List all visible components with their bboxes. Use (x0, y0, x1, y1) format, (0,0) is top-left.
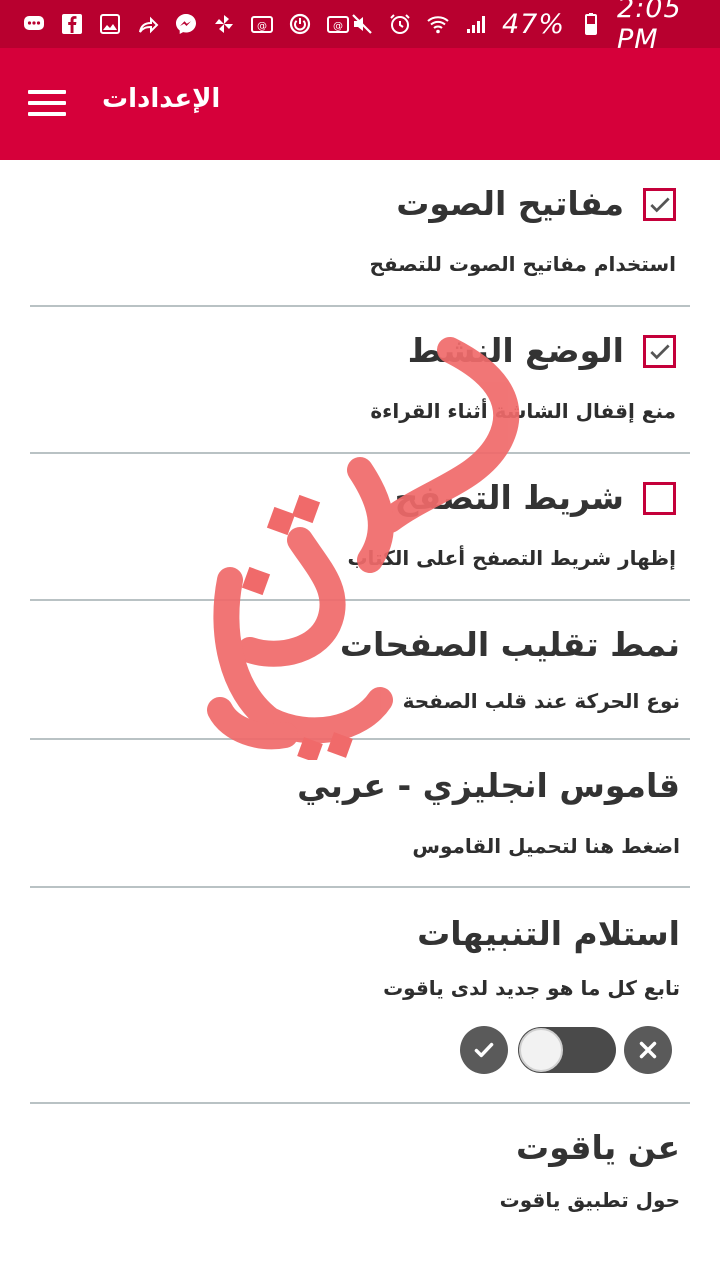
battery-percentage: 47% (502, 8, 566, 40)
setting-subtitle: حول تطبيق ياقوت (499, 1188, 680, 1212)
setting-navigation-bar[interactable]: شريط التصفح إظهار شريط التصفح أعلى الكتا… (0, 454, 720, 600)
page-title: الإعدادات (102, 84, 221, 114)
setting-title: قاموس انجليزي - عربي (297, 766, 680, 805)
setting-about[interactable]: عن ياقوت حول تطبيق ياقوت (0, 1104, 720, 1240)
enable-notifications-button[interactable] (460, 1026, 508, 1074)
setting-subtitle: نوع الحركة عند قلب الصفحة (402, 689, 680, 713)
hamburger-menu-icon[interactable] (28, 88, 68, 118)
setting-active-mode[interactable]: الوضع النشط منع إقفال الشاشة أثناء القرا… (0, 307, 720, 453)
email-icon: @ (326, 12, 350, 36)
setting-title: نمط تقليب الصفحات (339, 625, 680, 664)
pinwheel-icon (212, 12, 236, 36)
messenger-icon (174, 12, 198, 36)
setting-page-flip-style[interactable]: نمط تقليب الصفحات نوع الحركة عند قلب الص… (0, 601, 720, 739)
close-icon (639, 1041, 657, 1059)
disable-notifications-button[interactable] (624, 1026, 672, 1074)
signal-icon (464, 12, 488, 36)
app-bar: الإعدادات (0, 48, 720, 160)
email-icon: @ (250, 12, 274, 36)
share-arrow-icon (136, 12, 160, 36)
svg-text:@: @ (333, 21, 343, 32)
setting-title: الوضع النشط (407, 331, 624, 370)
status-bar-notifications: @ @ (22, 12, 350, 36)
setting-notifications: استلام التنبيهات تابع كل ما هو جديد لدى … (0, 888, 720, 1102)
setting-subtitle: إظهار شريط التصفح أعلى الكتاب (347, 546, 676, 570)
power-icon (288, 12, 312, 36)
battery-icon (579, 12, 603, 36)
facebook-icon (60, 12, 84, 36)
status-bar-system: 47% 2:05 PM (350, 0, 700, 55)
setting-subtitle: تابع كل ما هو جديد لدى ياقوت (383, 976, 680, 1000)
setting-volume-keys[interactable]: مفاتيح الصوت استخدام مفاتيح الصوت للتصفح (0, 160, 720, 306)
volume-keys-checkbox[interactable] (643, 188, 676, 221)
alarm-icon (388, 12, 412, 36)
status-bar: @ @ 47% 2:05 PM (0, 0, 720, 55)
setting-dictionary[interactable]: قاموس انجليزي - عربي اضغط هنا لتحميل الق… (0, 740, 720, 887)
setting-title: استلام التنبيهات (417, 914, 680, 953)
clock: 2:05 PM (617, 0, 682, 55)
setting-title: عن ياقوت (516, 1128, 680, 1167)
chat-bubble-icon (22, 12, 46, 36)
svg-text:@: @ (257, 21, 267, 32)
check-icon (474, 1042, 494, 1058)
mute-icon (350, 12, 374, 36)
setting-subtitle: منع إقفال الشاشة أثناء القراءة (370, 399, 676, 423)
setting-title: شريط التصفح (394, 478, 624, 517)
setting-title: مفاتيح الصوت (396, 184, 624, 223)
toggle-knob (519, 1028, 563, 1072)
setting-subtitle: استخدام مفاتيح الصوت للتصفح (369, 252, 677, 276)
active-mode-checkbox[interactable] (643, 335, 676, 368)
navigation-bar-checkbox[interactable] (643, 482, 676, 515)
wifi-icon (426, 12, 450, 36)
notifications-toggle[interactable] (518, 1027, 616, 1073)
gallery-icon (98, 12, 122, 36)
setting-subtitle: اضغط هنا لتحميل القاموس (412, 834, 680, 858)
